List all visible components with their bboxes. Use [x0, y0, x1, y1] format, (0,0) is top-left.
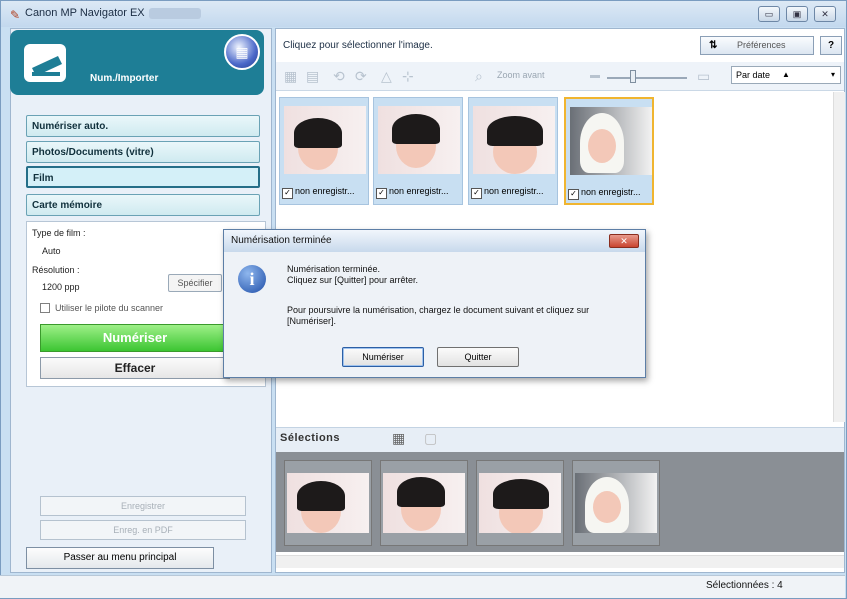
main-menu-button[interactable]: Passer au menu principal [26, 547, 214, 569]
selections-title: Sélections [280, 432, 341, 444]
mode-card: Num./Importer [10, 30, 264, 95]
scanner-icon [24, 44, 66, 82]
scanner-driver-checkbox[interactable] [40, 303, 50, 313]
mirror-icon[interactable]: △ [381, 68, 392, 85]
thumbnail-checkbox[interactable]: ✓ [282, 188, 293, 199]
source-memory-card[interactable]: Carte mémoire [26, 194, 260, 216]
help-button[interactable]: ? [820, 36, 842, 55]
selections-header [276, 427, 844, 452]
dialog-title: Numérisation terminée [231, 235, 332, 246]
thumbnail-caption: ✓ non enregistr... [282, 186, 355, 199]
selected-image [479, 473, 561, 533]
thumbnail-caption: ✓ non enregistr... [471, 186, 544, 199]
preferences-icon: ⇅ [709, 40, 718, 51]
rotate-right-icon[interactable]: ⟳ [355, 68, 367, 85]
source-film[interactable]: Film [26, 166, 260, 188]
chevron-down-icon: ▾ [831, 70, 836, 79]
close-button[interactable]: ✕ [814, 6, 836, 22]
view-grid-icon[interactable]: ▦ [284, 68, 297, 85]
thumbnail-image [284, 106, 366, 174]
view-list-icon[interactable]: ▤ [306, 68, 319, 85]
dialog-line-1: Numérisation terminée. [287, 264, 381, 274]
thumbnail-image [473, 106, 555, 174]
app-icon: ✎ [10, 8, 21, 22]
thumbnail-selected[interactable]: ✓ non enregistr... [564, 97, 654, 205]
dialog-line-3: Pour poursuivre la numérisation, chargez… [287, 305, 590, 326]
selected-item[interactable] [476, 460, 564, 546]
window-title: Canon MP Navigator EX [25, 7, 145, 19]
dialog-title-bar: Numérisation terminée ✕ [224, 230, 645, 252]
dialog-line-2: Cliquez sur [Quitter] pour arrêter. [287, 275, 419, 285]
title-bar: ✎ Canon MP Navigator EX ▭ ▣ ✕ [1, 1, 846, 27]
scanner-driver-label: Utiliser le pilote du scanner [55, 303, 164, 313]
specify-button[interactable]: Spécifier [168, 274, 222, 292]
dialog-quit-button[interactable]: Quitter [437, 347, 519, 367]
dialog-close-button[interactable]: ✕ [609, 234, 639, 248]
selected-image [383, 473, 465, 533]
clear-button[interactable]: Effacer [40, 357, 230, 379]
selected-item[interactable] [380, 460, 468, 546]
thumbnail-checkbox[interactable]: ✓ [471, 188, 482, 199]
maximize-button[interactable]: ▣ [786, 6, 808, 22]
selected-image [575, 473, 657, 533]
sort-select[interactable]: Par date ▲ ▾ [731, 66, 841, 84]
preferences-button[interactable]: ⇅ Préférences [700, 36, 814, 55]
thumbnail-image [378, 106, 460, 174]
resolution-label: Résolution : [32, 265, 80, 275]
sort-up-icon: ▲ [782, 70, 790, 79]
large-thumb-icon: ▭ [697, 68, 711, 84]
thumbnail-caption: ✓ non enregistr... [568, 187, 641, 200]
save-button[interactable]: Enregistrer [40, 496, 246, 516]
instruction-text: Cliquez pour sélectionner l'image. [283, 40, 433, 51]
blurred-title-suffix [149, 8, 201, 19]
resolution-value: 1200 ppp [42, 282, 80, 292]
thumbnail-checkbox[interactable]: ✓ [376, 188, 387, 199]
selected-item[interactable] [284, 460, 372, 546]
thumbnail-image [570, 107, 652, 175]
save-pdf-button[interactable]: Enreg. en PDF [40, 520, 246, 540]
rotate-left-icon[interactable]: ⟲ [333, 68, 345, 85]
dialog-scan-button[interactable]: Numériser [342, 347, 424, 367]
selection-count: Sélectionnées : 4 [706, 580, 783, 591]
sort-label: Par date [736, 70, 771, 80]
thumbnail-caption: ✓ non enregistr... [376, 186, 449, 199]
grid-view-icon[interactable]: ▦ [392, 430, 405, 447]
film-type-label: Type de film : [32, 228, 86, 238]
minimize-button[interactable]: ▭ [758, 6, 780, 22]
preferences-label: Préférences [737, 40, 786, 50]
scan-button[interactable]: Numériser [40, 324, 230, 352]
thumbnail[interactable]: ✓ non enregistr... [373, 97, 463, 205]
crop-icon[interactable]: ⊹ [402, 68, 414, 85]
selected-image [287, 473, 369, 533]
thumbnail[interactable]: ✓ non enregistr... [279, 97, 369, 205]
zoom-label[interactable]: Zoom avant [497, 70, 545, 80]
source-photos-documents[interactable]: Photos/Documents (vitre) [26, 141, 260, 163]
small-thumb-icon: ▬ [590, 70, 600, 81]
thumbnail[interactable]: ✓ non enregistr... [468, 97, 558, 205]
film-type-value: Auto [42, 246, 61, 256]
info-icon: i [238, 265, 266, 293]
selected-item[interactable] [572, 460, 660, 546]
mode-title: Num./Importer [90, 73, 159, 84]
vertical-scrollbar[interactable] [833, 92, 845, 422]
slider-thumb[interactable] [630, 70, 636, 83]
horizontal-scrollbar[interactable] [276, 555, 844, 568]
zoom-icon[interactable]: ⌕ [475, 68, 483, 85]
thumbnail-size-slider[interactable] [607, 77, 687, 79]
single-view-icon[interactable]: ▢ [424, 430, 437, 447]
scan-complete-dialog: Numérisation terminée ✕ i Numérisation t… [223, 229, 646, 378]
thumbnail-checkbox[interactable]: ✓ [568, 189, 579, 200]
globe-icon[interactable]: ▦ [224, 34, 260, 70]
source-auto-scan[interactable]: Numériser auto. [26, 115, 260, 137]
